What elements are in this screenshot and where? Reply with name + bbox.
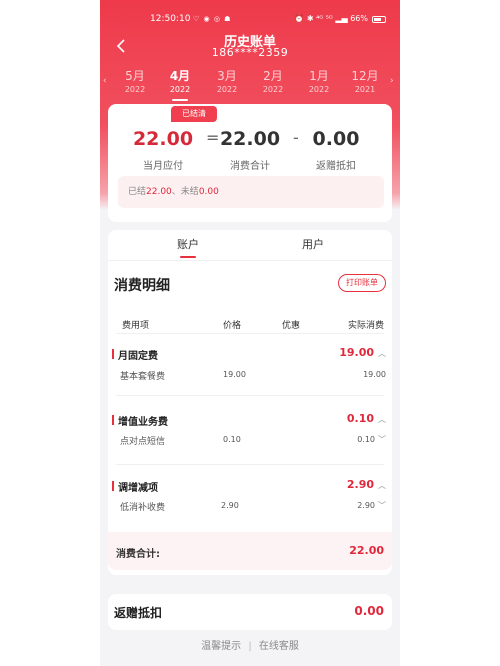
section-title: 消费明细 [114,278,170,294]
print-bill-button[interactable]: 打印账单 [338,274,386,292]
fee-item-name: 点对点短信 [120,437,166,447]
fee-item-price: 19.00 [223,370,246,379]
month-selector: ‹ 5月 2022 4月 2022 3月 2022 2月 2022 1月 202… [100,66,400,101]
divider [108,260,392,261]
rebate-section-amount: 0.00 [354,604,384,618]
total-amount: 22.00 [349,544,384,557]
tab-bar: 账户 用户 [108,230,392,260]
status-time: 12:50:10 [150,14,191,24]
chevron-up-icon[interactable]: ︿ [378,414,386,425]
column-header: 费用项 [122,321,150,331]
total-row: 消费合计: 22.00 [108,532,392,570]
divider [116,464,384,465]
month-tab-active[interactable]: 4月 2022 [160,68,200,101]
fee-item-name: 基本套餐费 [120,372,166,382]
phone-number: 186****2359 [211,46,289,59]
column-header: 价格 [223,321,242,331]
rebate-section-title: 返赠抵扣 [114,606,163,620]
consumption-amount: 22.00 [219,128,281,150]
chevron-up-icon[interactable]: ︿ [378,348,386,359]
due-amount: 22.00 [132,128,194,150]
status-app-icons: ♡ ◉ ◎ ☗ [193,15,232,23]
fee-item-price: 0.10 [223,435,241,444]
phone-screen: 12:50:10 ♡ ◉ ◎ ☗ ⏰ ✱ ⁴ᴳ ⁵ᴳ ▂▄ 66% 历史账单 1… [100,0,400,666]
status-signal-text: ⏰ ✱ ⁴ᴳ ⁵ᴳ ▂▄ 66% [294,14,368,23]
chevron-up-icon[interactable]: ︿ [378,480,386,491]
fee-item-amount: 19.00 [363,370,386,379]
status-indicators: ⏰ ✱ ⁴ᴳ ⁵ᴳ ▂▄ 66% [294,12,386,26]
paid-amount: 22.00 [146,187,172,197]
fee-group-title[interactable]: 增值业务费 [112,413,168,428]
month-tab[interactable]: 5月 2022 [115,68,155,96]
divider [116,395,384,396]
rebate-amount: 0.00 [312,128,360,150]
tab-account[interactable]: 账户 [128,236,248,258]
fee-group-title[interactable]: 调增减项 [112,479,158,494]
fee-item-amount: 2.90 [357,501,375,510]
rebate-card[interactable]: 返赠抵扣 0.00 [108,594,392,630]
due-label: 当月应付 [143,161,183,172]
tab-user[interactable]: 用户 [253,236,373,252]
column-header: 优惠 [282,321,301,331]
month-tab[interactable]: 1月 2022 [299,68,339,96]
divider [116,333,384,334]
total-label: 消费合计: [116,549,160,560]
chevron-down-icon[interactable]: ﹀ [378,434,386,445]
status-badge: 已结清 [171,106,217,122]
battery-icon [372,15,386,23]
consumption-label: 消费合计 [230,161,270,172]
month-next-icon[interactable]: › [390,76,394,86]
fee-group-title[interactable]: 月固定费 [112,347,158,362]
details-card: 账户 用户 消费明细 打印账单 费用项 价格 优惠 实际消费 月固定费 19.0… [108,230,392,575]
customer-service-link[interactable]: 在线客服 [259,641,299,652]
footer-divider: | [248,641,252,652]
month-tab[interactable]: 3月 2022 [207,68,247,96]
fee-group-amount: 19.00 [339,346,374,359]
paid-status-box: 已结22.00、未结0.00 [118,176,384,208]
rebate-label: 返赠抵扣 [316,161,356,172]
chevron-down-icon[interactable]: ﹀ [378,500,386,511]
month-prev-icon[interactable]: ‹ [103,76,107,86]
month-tab[interactable]: 2月 2022 [253,68,293,96]
fee-group-amount: 0.10 [346,412,374,425]
fee-item-price: 2.90 [221,501,239,510]
fee-item-name: 低消补收费 [120,503,166,513]
bill-summary-card: 已结清 22.00 当月应付 = 22.00 消费合计 - 0.00 返赠抵扣 … [108,104,392,222]
month-tab[interactable]: 12月 2021 [345,68,385,96]
tips-link[interactable]: 温馨提示 [201,641,241,652]
column-header: 实际消费 [348,321,385,331]
fee-group-amount: 2.90 [346,478,374,491]
unpaid-amount: 0.00 [198,187,219,197]
fee-item-amount: 0.10 [357,435,375,444]
footer-bar: 温馨提示 | 在线客服 [100,632,400,666]
